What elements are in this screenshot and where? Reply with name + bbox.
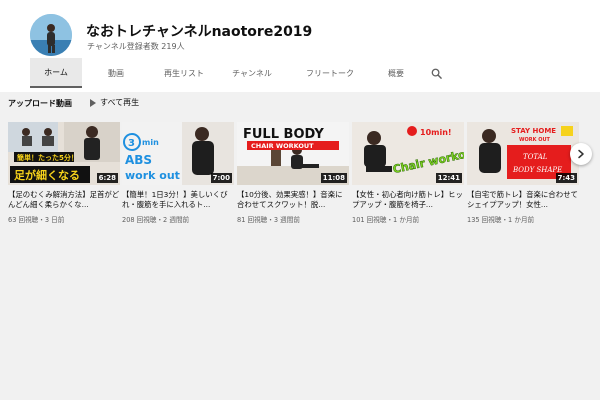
play-icon: [90, 98, 96, 107]
thumb-overlay-text: 3: [128, 138, 135, 149]
thumb-overlay-text: FULL BODY: [243, 127, 324, 142]
chevron-right-icon: [578, 149, 584, 159]
tab-channels[interactable]: チャンネル: [218, 58, 286, 88]
thumb-overlay-text: 簡単！たった5分！: [16, 153, 78, 162]
video-meta: 101 回視聴・1 か月前: [352, 216, 420, 224]
video-duration: 7:43: [555, 173, 577, 183]
tab-free-talk[interactable]: フリートーク: [286, 58, 374, 88]
video-title[interactable]: 【足のむくみ解消方法】足首がどんどん細く柔らかくな...: [8, 190, 120, 210]
video-meta: 135 回視聴・1 か月前: [467, 216, 535, 224]
next-videos-button[interactable]: [570, 143, 592, 165]
video-card[interactable]: 10min! Chair workout 12:41 【女性・初心者向け筋トレ】…: [352, 122, 464, 224]
channel-header: なおトレチャンネルnaotore2019 チャンネル登録者数 219人 ホーム …: [0, 0, 600, 92]
video-title[interactable]: 【自宅で筋トレ】音楽に合わせてシェイプアップ！女性...: [467, 190, 579, 210]
video-meta: 208 回視聴・2 週間前: [122, 216, 190, 224]
video-card[interactable]: 3 min ABS work out 7:00 【簡単！1日3分！】美しいくびれ…: [122, 122, 234, 224]
tab-videos[interactable]: 動画: [82, 58, 150, 88]
thumb-overlay-text: min: [142, 138, 159, 147]
thumb-overlay-text: WORK OUT: [519, 137, 551, 143]
video-duration: 6:28: [96, 173, 118, 183]
video-card[interactable]: FULL BODY CHAIR WORKOUT 11:08 【10分後、効果実感…: [237, 122, 349, 224]
video-duration: 7:00: [210, 173, 232, 183]
video-duration: 11:08: [320, 173, 347, 183]
search-icon: [431, 68, 442, 79]
tab-search[interactable]: [418, 58, 454, 88]
channel-name: なおトレチャンネルnaotore2019: [86, 24, 313, 40]
section-title: アップロード動画: [8, 99, 72, 108]
video-thumbnail[interactable]: FULL BODY CHAIR WORKOUT 11:08: [237, 122, 349, 185]
channel-tabs: ホーム 動画 再生リスト チャンネル フリートーク 概要: [30, 58, 454, 88]
thumb-overlay-text: ABS: [125, 153, 152, 167]
video-card[interactable]: STAY HOME WORK OUT TOTAL BODY SHAPE 7:43…: [467, 122, 579, 224]
video-title[interactable]: 【10分後、効果実感！】音楽に合わせてスクワット！脱...: [237, 190, 349, 210]
video-thumbnail[interactable]: 簡単！たった5分！ 足が細くなる 6:28: [8, 122, 120, 185]
video-thumbnail[interactable]: STAY HOME WORK OUT TOTAL BODY SHAPE 7:43: [467, 122, 579, 185]
thumb-overlay-text: TOTAL: [523, 153, 548, 161]
channel-avatar[interactable]: [30, 14, 72, 56]
thumb-overlay-text: work out: [125, 169, 180, 182]
video-thumbnail[interactable]: 3 min ABS work out 7:00: [122, 122, 234, 185]
thumb-overlay-text: 10min!: [420, 128, 452, 137]
video-title[interactable]: 【簡単！1日3分！】美しいくびれ・腹筋を手に入れるト...: [122, 190, 234, 210]
thumb-overlay-text: CHAIR WORKOUT: [251, 142, 314, 150]
play-all-label: すべて再生: [100, 98, 140, 107]
video-duration: 12:41: [435, 173, 462, 183]
video-title[interactable]: 【女性・初心者向け筋トレ】ヒップアップ・腹筋を椅子...: [352, 190, 464, 210]
thumb-overlay-text: 足が細くなる: [14, 168, 80, 182]
video-meta: 63 回視聴・3 日前: [8, 216, 65, 224]
video-meta: 81 回視聴・3 週間前: [237, 216, 300, 224]
tab-about[interactable]: 概要: [374, 58, 418, 88]
play-all-button[interactable]: すべて再生: [90, 97, 139, 108]
thumb-overlay-text: STAY HOME: [511, 127, 556, 135]
subscriber-count: チャンネル登録者数 219人: [87, 42, 185, 51]
video-thumbnail[interactable]: 10min! Chair workout 12:41: [352, 122, 464, 185]
tab-playlists[interactable]: 再生リスト: [150, 58, 218, 88]
video-card[interactable]: 簡単！たった5分！ 足が細くなる 6:28 【足のむくみ解消方法】足首がどんどん…: [8, 122, 120, 224]
tab-home[interactable]: ホーム: [30, 58, 82, 88]
